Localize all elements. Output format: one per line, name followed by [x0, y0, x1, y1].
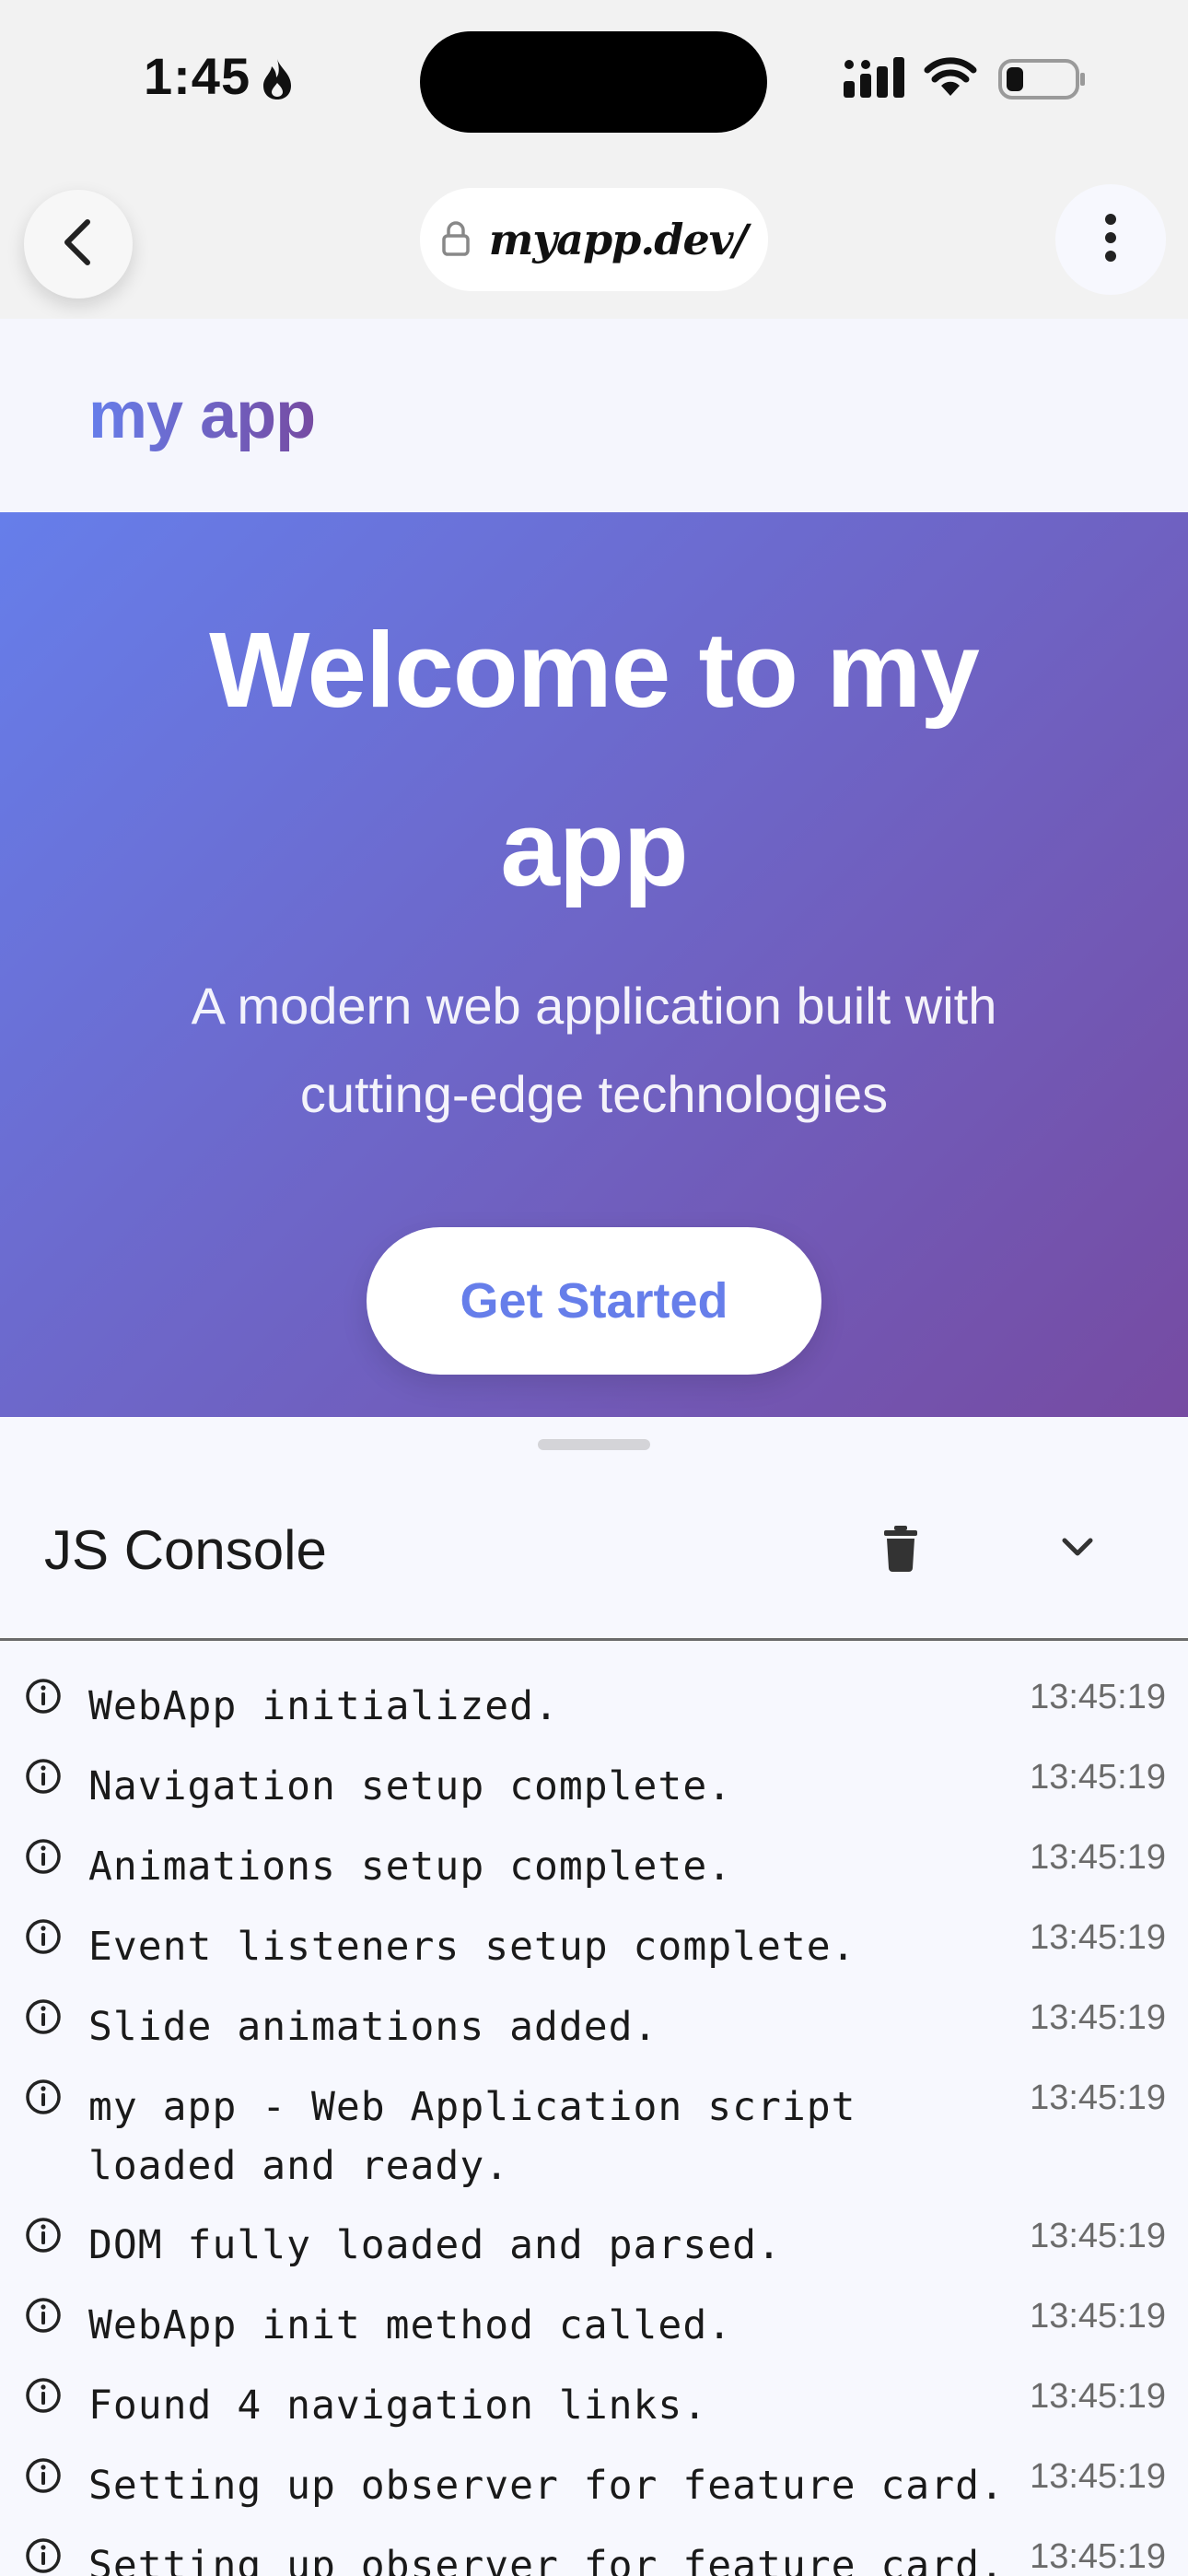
hero-subtitle: A modern web application built with cutt… — [191, 977, 997, 1123]
info-icon — [24, 2376, 63, 2419]
log-timestamp: 13:45:19 — [1030, 2078, 1166, 2117]
info-icon — [24, 2078, 63, 2121]
log-entry: Slide animations added. 13:45:19 — [0, 1979, 1188, 2059]
log-entry: my app - Web Application script loaded a… — [0, 2059, 1188, 2197]
hero-title: Welcome to my app — [209, 610, 980, 908]
log-message: Event listeners setup complete. — [88, 1924, 856, 1970]
status-time: 1:45 — [144, 47, 251, 105]
chevron-left-icon — [60, 217, 97, 273]
log-entry: Event listeners setup complete. 13:45:19 — [0, 1899, 1188, 1979]
wifi-icon — [923, 57, 978, 102]
info-icon — [24, 2536, 63, 2576]
log-message: Slide animations added. — [88, 2004, 658, 2050]
log-entry: Setting up observer for feature card. 13… — [0, 2518, 1188, 2576]
console-divider — [0, 1638, 1188, 1641]
chevron-down-icon[interactable] — [1059, 1535, 1096, 1563]
log-message: WebApp init method called. — [88, 2302, 733, 2348]
url-text: myapp.dev/ — [488, 215, 749, 264]
log-timestamp: 13:45:19 — [1030, 2457, 1166, 2496]
dynamic-island — [420, 31, 767, 133]
get-started-button[interactable]: Get Started — [367, 1227, 821, 1375]
page: 1:45 myapp.dev/ my app Welcome to my app… — [0, 0, 1188, 2576]
info-icon — [24, 2216, 63, 2259]
log-timestamp: 13:45:19 — [1030, 1998, 1166, 2037]
log-timestamp: 13:45:19 — [1030, 1758, 1166, 1797]
log-message: Setting up observer for feature card. — [88, 2543, 1005, 2576]
signal-icon — [844, 57, 908, 102]
site-logo[interactable]: my app — [88, 378, 316, 453]
log-message: WebApp initialized. — [88, 1683, 559, 1729]
info-icon — [24, 1997, 63, 2041]
log-timestamp: 13:45:19 — [1030, 1838, 1166, 1877]
console-log-list: WebApp initialized. 13:45:19 Navigation … — [0, 1658, 1188, 2576]
log-entry: DOM fully loaded and parsed. 13:45:19 — [0, 2197, 1188, 2277]
info-icon — [24, 1757, 63, 1800]
info-icon — [24, 1837, 63, 1880]
battery-icon — [998, 59, 1087, 104]
address-bar[interactable]: myapp.dev/ — [420, 188, 768, 291]
log-message: Found 4 navigation links. — [88, 2383, 708, 2429]
log-entry: Found 4 navigation links. 13:45:19 — [0, 2358, 1188, 2438]
browser-menu-button[interactable] — [1055, 184, 1166, 295]
back-button[interactable] — [24, 190, 133, 299]
info-icon — [24, 2456, 63, 2500]
log-message: Animations setup complete. — [88, 1844, 733, 1890]
log-entry: WebApp initialized. 13:45:19 — [0, 1658, 1188, 1739]
console-title: JS Console — [44, 1519, 327, 1581]
info-icon — [24, 1917, 63, 1961]
flame-icon — [260, 57, 295, 106]
log-message: my app - Web Application script loaded a… — [88, 2084, 856, 2189]
console-drag-handle[interactable] — [538, 1439, 650, 1450]
log-timestamp: 13:45:19 — [1030, 1918, 1166, 1957]
info-icon — [24, 2296, 63, 2339]
log-timestamp: 13:45:19 — [1030, 2377, 1166, 2416]
log-entry: WebApp init method called. 13:45:19 — [0, 2277, 1188, 2358]
more-vertical-icon — [1103, 212, 1118, 268]
log-message: Setting up observer for feature card. — [88, 2463, 1005, 2509]
log-timestamp: 13:45:19 — [1030, 2537, 1166, 2576]
trash-icon[interactable] — [882, 1526, 919, 1576]
log-entry: Navigation setup complete. 13:45:19 — [0, 1739, 1188, 1819]
info-icon — [24, 1677, 63, 1720]
log-entry: Setting up observer for feature card. 13… — [0, 2438, 1188, 2518]
lock-icon — [441, 219, 471, 261]
log-message: DOM fully loaded and parsed. — [88, 2222, 782, 2268]
log-timestamp: 13:45:19 — [1030, 2217, 1166, 2255]
log-timestamp: 13:45:19 — [1030, 1678, 1166, 1716]
log-entry: Animations setup complete. 13:45:19 — [0, 1819, 1188, 1899]
log-message: Navigation setup complete. — [88, 1763, 733, 1809]
log-timestamp: 13:45:19 — [1030, 2297, 1166, 2336]
